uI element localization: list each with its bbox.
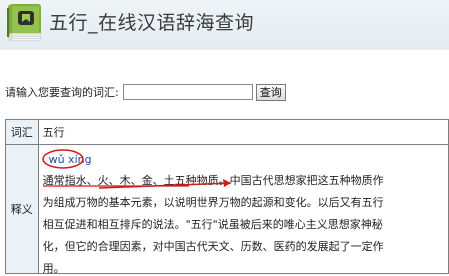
- site-header: 五行_在线汉语辞海查询: [0, 0, 449, 50]
- pinyin-text: wǔ xíng: [48, 153, 92, 166]
- result-table: 词汇 五行 释义 wǔ xíng 通常指水、火、木、金、土五种物质。中国古代思想…: [5, 119, 449, 275]
- word-value: 五行: [37, 119, 449, 145]
- definition-line: 相互促进和相互排斥的说法。"五行"说虽被后来的唯心主义思想家神秘: [42, 218, 383, 231]
- page-title: 五行_在线汉语辞海查询: [49, 12, 255, 34]
- search-input[interactable]: [122, 84, 253, 100]
- search-button[interactable]: 查询: [255, 83, 286, 101]
- search-label: 请输入您要查询的词汇:: [5, 86, 119, 99]
- definition-line: 用。: [42, 262, 65, 275]
- definition-line: 化，但它的合理因素，对中国古代天文、历数、医药的发展起了一定作: [42, 240, 384, 253]
- search-bar: 请输入您要查询的词汇: 查询: [5, 83, 286, 101]
- table-row: 词汇 五行: [5, 119, 449, 145]
- word-label: 词汇: [5, 119, 39, 145]
- definition-line: 通常指水、火、木、金、土五种物质。中国古代思想家把这五种物质作: [42, 174, 384, 187]
- book-logo-icon: [7, 4, 41, 41]
- definition-cell: wǔ xíng 通常指水、火、木、金、土五种物质。中国古代思想家把这五种物质作 …: [37, 144, 449, 275]
- definition-line: 为组成万物的基本元素，以说明世界万物的起源和变化。以后又有五行: [42, 196, 384, 209]
- table-row: 释义 wǔ xíng 通常指水、火、木、金、土五种物质。中国古代思想家把这五种物…: [5, 144, 449, 275]
- definition-label: 释义: [5, 144, 39, 274]
